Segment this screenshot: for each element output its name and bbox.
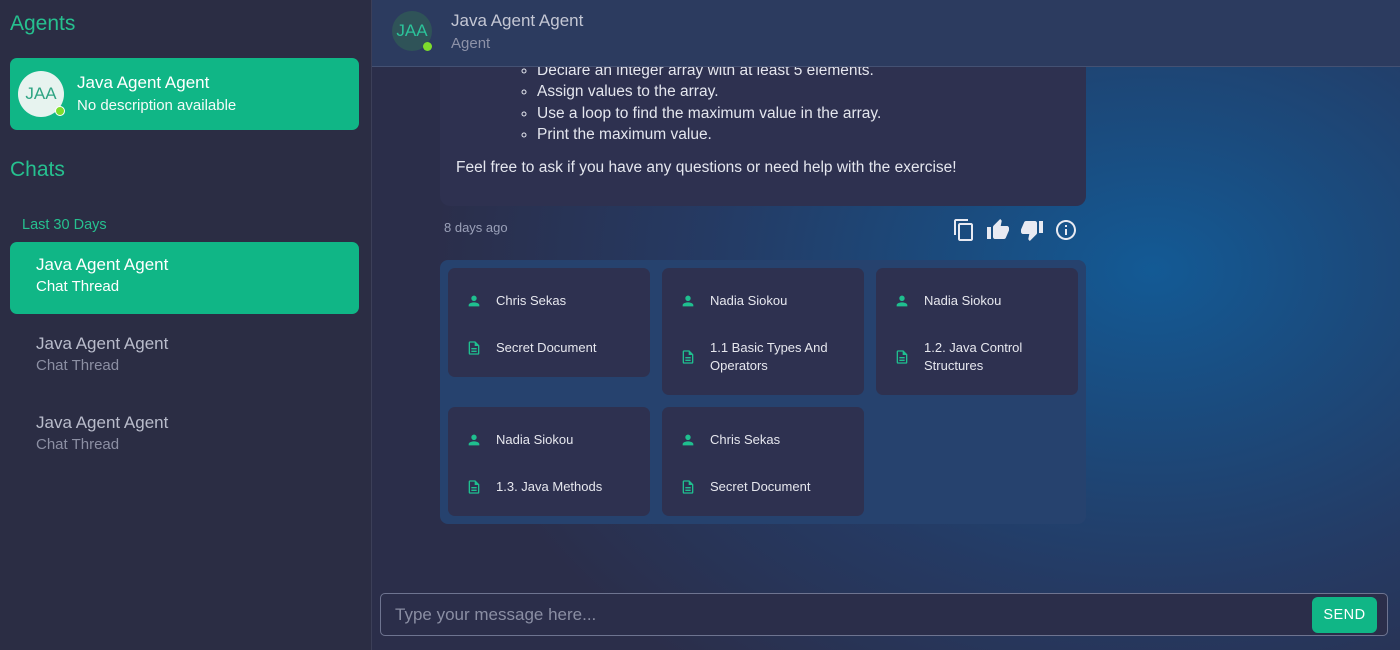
message-input[interactable] [395,602,1295,628]
list-item: Print the maximum value. [537,124,881,145]
source-card[interactable]: Nadia Siokou 1.1 Basic Types And Operato… [662,268,864,395]
header-subtitle: Agent [451,35,491,52]
document-icon [896,350,908,364]
source-author-row: Nadia Siokou [680,292,860,310]
chat-thread-item[interactable]: Java Agent Agent Chat Thread [10,321,359,393]
agent-description: No description available [77,97,237,114]
chat-thread-item[interactable]: Java Agent Agent Chat Thread [10,400,359,472]
chat-main: JAA Java Agent Agent Agent Declare an in… [372,0,1400,650]
thread-subtitle: Chat Thread [36,278,120,295]
source-document: 1.3. Java Methods [496,479,603,494]
header-agent-initials: JAA [396,21,428,40]
source-document: 1.2. Java Control Structures [924,340,1023,373]
message-timestamp: 8 days ago [444,220,508,235]
thread-title: Java Agent Agent [36,255,169,274]
chat-thread-item-active[interactable]: Java Agent Agent Chat Thread [10,242,359,314]
list-item: Use a loop to find the maximum value in … [537,103,881,124]
thread-title: Java Agent Agent [36,334,169,353]
info-icon[interactable] [1054,218,1078,242]
agent-name: Java Agent Agent [77,73,210,92]
exercise-steps-list: Declare an integer array with at least 5… [537,60,881,145]
person-icon [682,295,694,307]
thumbs-down-icon[interactable] [1020,218,1044,242]
source-document-row: 1.2. Java Control Structures [894,339,1074,375]
list-item: Assign values to the array. [537,81,881,102]
source-author-row: Nadia Siokou [466,431,646,449]
source-card[interactable]: Nadia Siokou 1.2. Java Control Structure… [876,268,1078,395]
thread-subtitle: Chat Thread [36,436,120,453]
source-author: Chris Sekas [710,432,781,447]
thumbs-up-icon[interactable] [986,218,1010,242]
source-author-row: Nadia Siokou [894,292,1074,310]
person-icon [896,295,908,307]
source-author-row: Chris Sekas [466,292,646,310]
chats-title: Chats [10,158,65,181]
message-actions [952,218,1078,242]
source-document-row: Secret Document [680,478,860,496]
agent-initials: JAA [25,84,57,103]
message-composer: SEND [380,593,1388,636]
person-icon [468,434,480,446]
document-icon [468,341,480,355]
source-document-row: 1.3. Java Methods [466,478,646,496]
source-document-row: 1.1 Basic Types And Operators [680,339,860,375]
document-icon [682,480,694,494]
source-card[interactable]: Chris Sekas Secret Document [662,407,864,516]
send-button[interactable]: SEND [1312,597,1377,633]
chat-group-label: Last 30 Days [22,217,107,233]
source-references-panel: Chris Sekas Secret Document Nadia Siokou… [440,260,1086,524]
source-document: Secret Document [496,340,597,355]
header-title: Java Agent Agent [451,11,584,30]
source-author: Nadia Siokou [710,293,788,308]
source-author: Nadia Siokou [496,432,574,447]
thread-subtitle: Chat Thread [36,357,120,374]
agent-card[interactable]: JAA Java Agent Agent No description avai… [10,58,359,130]
source-author: Chris Sekas [496,293,567,308]
sidebar: Agents JAA Java Agent Agent No descripti… [0,0,372,650]
source-document: Secret Document [710,479,811,494]
document-icon [682,350,694,364]
message-closing-text: Feel free to ask if you have any questio… [456,159,957,176]
agent-avatar: JAA [18,71,65,117]
thread-title: Java Agent Agent [36,413,169,432]
online-status-dot [55,106,65,116]
source-card[interactable]: Nadia Siokou 1.3. Java Methods [448,407,650,516]
source-card[interactable]: Chris Sekas Secret Document [448,268,650,377]
source-author-row: Chris Sekas [680,431,860,449]
agents-title: Agents [10,12,76,35]
person-icon [682,434,694,446]
document-icon [468,480,480,494]
copy-icon[interactable] [952,218,976,242]
header-agent-avatar: JAA [392,11,432,51]
online-status-dot [423,42,432,51]
person-icon [468,295,480,307]
source-document: 1.1 Basic Types And Operators [710,340,828,373]
chat-header: JAA Java Agent Agent Agent [372,0,1400,67]
source-document-row: Secret Document [466,339,646,357]
source-author: Nadia Siokou [924,293,1002,308]
